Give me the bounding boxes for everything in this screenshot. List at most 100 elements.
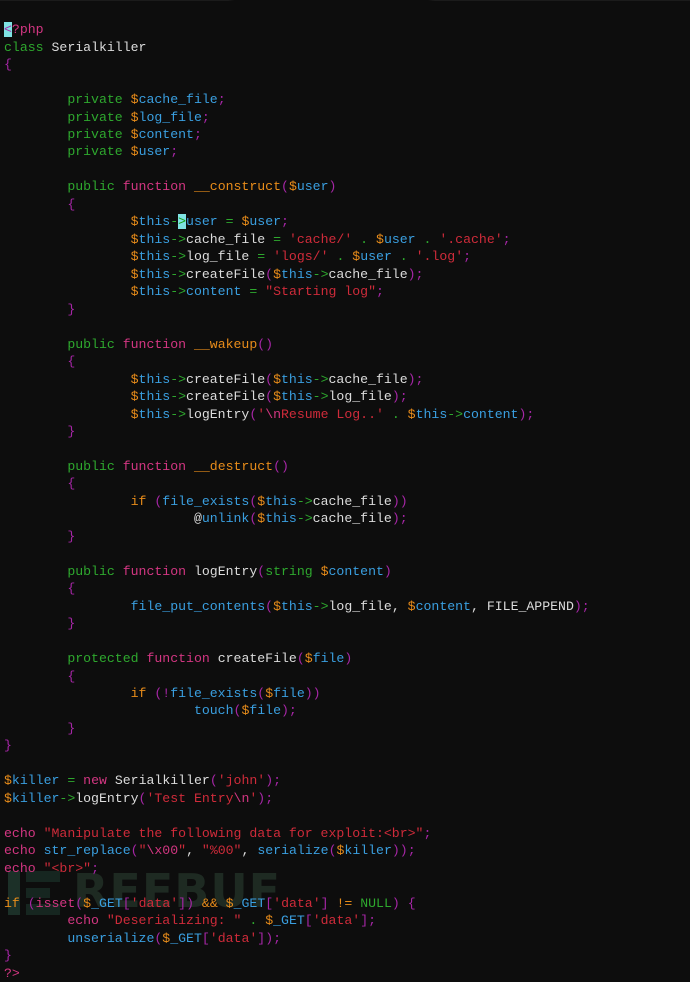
code-token: this	[281, 389, 313, 405]
code-token: this	[138, 406, 171, 422]
code-line: $this->createFile($this->cache_file);	[0, 266, 690, 283]
code-token: ?php	[11, 22, 44, 38]
code-token: user	[138, 144, 171, 160]
code-token: createFile	[186, 371, 266, 387]
code-token: '.log'	[415, 249, 464, 265]
code-token: ])	[178, 895, 194, 911]
code-token: createFile	[186, 389, 266, 405]
code-token: ;	[193, 127, 202, 142]
code-token: content	[138, 127, 194, 142]
code-token: \x00	[146, 843, 179, 859]
code-token: $	[273, 389, 282, 405]
code-line: }	[0, 947, 690, 964]
code-token: $	[4, 773, 12, 789]
code-token: protected	[67, 651, 139, 667]
code-token: !=	[336, 895, 353, 911]
code-token: $	[352, 249, 361, 265]
code-token: Serialkiller	[51, 39, 147, 55]
code-token: string	[265, 563, 313, 579]
code-token: ()	[257, 336, 274, 352]
code-token: ?>	[4, 965, 20, 981]
code-token: ;	[376, 284, 384, 300]
code-token: );	[391, 511, 408, 527]
code-token: (	[154, 930, 163, 946]
code-token: @	[193, 511, 202, 527]
code-token: {	[67, 476, 76, 492]
code-token: class	[4, 39, 44, 55]
code-token: public	[67, 336, 115, 352]
code-token: content	[463, 406, 519, 422]
code-token: $	[130, 214, 139, 230]
code-line: public function __destruct()	[0, 458, 690, 475]
code-token: user	[383, 231, 416, 247]
code-line: private $log_file;	[0, 109, 690, 126]
code-token: );	[257, 790, 274, 806]
code-token: $	[130, 406, 139, 422]
code-token: echo	[4, 860, 36, 876]
code-token: log_file	[328, 598, 392, 614]
code-token: killer	[11, 790, 60, 806]
code-token: "%00"	[201, 843, 242, 859]
code-token: =	[225, 214, 234, 230]
code-token: "<br>"	[43, 860, 92, 876]
code-token: >	[178, 214, 187, 230]
code-token: this	[138, 389, 171, 405]
code-line: public function __construct($user)	[0, 178, 690, 195]
code-token: ;	[423, 825, 432, 841]
code-token: )	[391, 895, 400, 911]
code-token: this	[138, 231, 171, 247]
code-token: $	[130, 266, 139, 282]
code-token: $	[273, 371, 282, 387]
code-token: $	[83, 895, 92, 911]
code-token: logEntry	[186, 406, 250, 422]
code-token: if	[4, 895, 20, 911]
code-line: $this->content = "Starting log";	[0, 283, 690, 300]
code-line: $this->cache_file = 'cache/' . $user . '…	[0, 231, 690, 248]
code-token: =	[273, 231, 282, 247]
php-source-code[interactable]: <?php class Serialkiller{ private $cache_…	[0, 21, 690, 982]
code-token: }	[67, 301, 76, 317]
code-token: (	[296, 651, 305, 667]
code-token: (	[27, 895, 36, 911]
code-token: $	[130, 127, 139, 142]
code-token: $	[4, 790, 12, 806]
code-token: $	[225, 895, 234, 911]
code-token: cache_file	[328, 371, 408, 387]
code-token: );	[281, 703, 297, 719]
code-line: if (!file_exists($file))	[0, 685, 690, 702]
code-token: log_file	[186, 249, 250, 265]
code-line: $this->createFile($this->log_file);	[0, 388, 690, 405]
code-line: $killer->logEntry('Test Entry\n');	[0, 790, 690, 807]
code-token: content	[328, 563, 384, 579]
code-line: {	[0, 580, 690, 597]
code-token: new	[83, 773, 107, 789]
code-token: $	[130, 371, 139, 387]
code-token: NULL	[360, 895, 392, 911]
code-token: function	[122, 563, 187, 579]
